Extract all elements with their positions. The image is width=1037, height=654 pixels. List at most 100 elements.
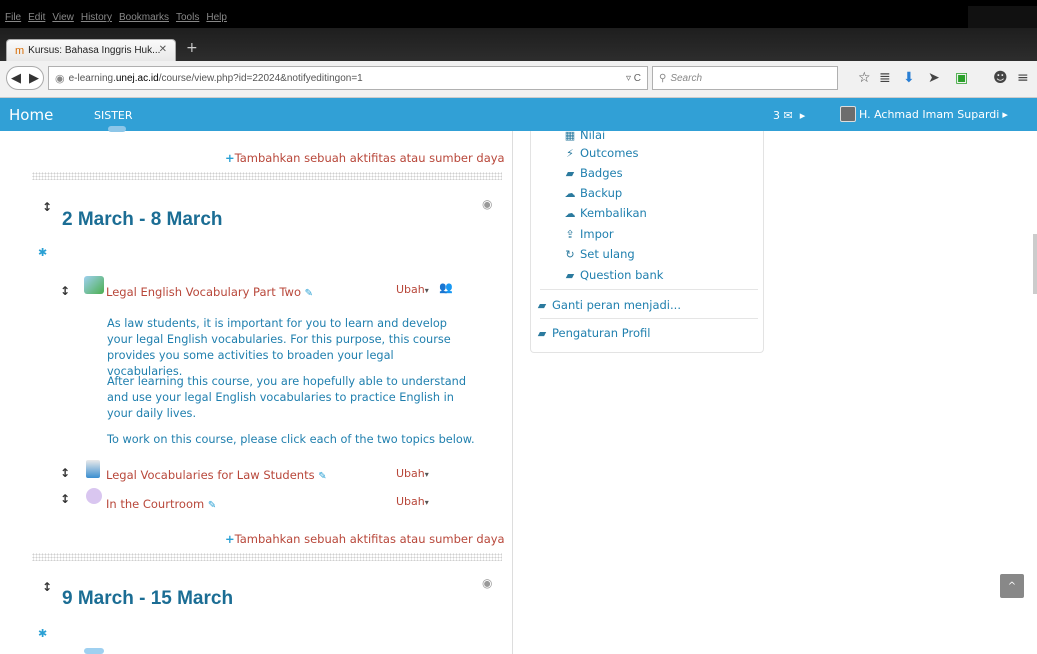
activity-link[interactable]: Legal Vocabularies for Law Students ✎: [106, 468, 327, 482]
activity-link[interactable]: In the Courtroom ✎: [106, 497, 216, 511]
search-placeholder: Search: [670, 72, 703, 84]
admin-item-label: Kembalikan: [580, 206, 647, 220]
url-path: /course/view.php?id=22024&notifyeditingo…: [158, 72, 363, 84]
move-activity-icon[interactable]: ↕: [60, 466, 70, 480]
plus-icon: +: [225, 532, 235, 546]
avatar: [840, 106, 856, 122]
send-icon[interactable]: ➤: [928, 70, 940, 86]
pencil-icon[interactable]: ✎: [208, 500, 216, 511]
description-paragraph: As law students, it is important for you…: [107, 317, 451, 378]
group-mode-icon[interactable]: 👥: [439, 281, 453, 294]
admin-item-set-ulang[interactable]: ↻ Set ulang: [564, 247, 635, 261]
pencil-icon[interactable]: ✎: [318, 471, 326, 482]
hamburger-menu-icon[interactable]: ≡: [1017, 70, 1029, 86]
chat-icon[interactable]: ☻: [993, 70, 1008, 86]
menu-view[interactable]: View: [52, 12, 74, 28]
message-count: 3: [773, 109, 780, 122]
add-activity-link[interactable]: +Tambahkan sebuah aktifitas atau sumber …: [225, 532, 505, 546]
activity-name: Legal English Vocabulary Part Two: [106, 285, 301, 299]
back-to-top-button[interactable]: ^: [1000, 574, 1024, 598]
edit-label: Ubah: [396, 283, 425, 296]
url-prefix: e-learning.: [68, 72, 116, 84]
cloud-upload-icon: ☁: [564, 186, 576, 200]
pencil-icon[interactable]: ✎: [305, 288, 313, 299]
menu-file[interactable]: File: [5, 12, 21, 28]
browser-tab[interactable]: m Kursus: Bahasa Inggris Huk... ✕: [6, 39, 176, 61]
section-title[interactable]: 2 March - 8 March: [62, 209, 223, 231]
admin-item-outcomes[interactable]: ⚡ Outcomes: [564, 146, 638, 160]
admin-item-label: Set ulang: [580, 247, 635, 261]
add-activity-link[interactable]: +Tambahkan sebuah aktifitas atau sumber …: [225, 151, 505, 165]
move-activity-icon[interactable]: ↕: [60, 492, 70, 506]
search-input[interactable]: ⚲ Search: [652, 66, 838, 90]
menu-tools[interactable]: Tools: [176, 12, 199, 28]
lesson-icon: [86, 488, 102, 504]
envelope-icon: ✉: [783, 109, 793, 122]
activity-name: Legal Vocabularies for Law Students: [106, 468, 315, 482]
messages-menu[interactable]: 3 ✉ ▸: [773, 109, 805, 122]
back-icon[interactable]: ◀: [11, 71, 21, 86]
download-icon[interactable]: ⬇: [903, 70, 915, 86]
eye-icon[interactable]: ◉: [482, 576, 492, 590]
activity-icon: [108, 126, 126, 132]
menu-edit[interactable]: Edit: [28, 12, 45, 28]
edit-menu[interactable]: Ubah▾: [396, 467, 429, 480]
admin-item-nilai[interactable]: ▦ Nilai: [564, 131, 605, 142]
edit-menu[interactable]: Ubah▾: [396, 283, 429, 296]
eye-icon[interactable]: ◉: [482, 197, 492, 211]
admin-item-label: Backup: [580, 186, 623, 200]
upload-icon: ⇪: [565, 227, 575, 241]
edit-menu[interactable]: Ubah▾: [396, 495, 429, 508]
scrollbar-thumb[interactable]: [1033, 234, 1037, 294]
magic-wand-icon: ⚡: [566, 146, 574, 160]
admin-item-label: Question bank: [580, 268, 664, 282]
admin-item-label: Impor: [580, 227, 614, 241]
move-section-icon[interactable]: ↕: [42, 580, 52, 594]
gear-icon[interactable]: ✱: [38, 246, 47, 259]
user-menu[interactable]: H. Achmad Imam Supardi ▸: [840, 106, 1008, 122]
url-bar[interactable]: ◉ e-learning. unej.ac.id/course/view.php?…: [48, 66, 648, 90]
move-section-icon[interactable]: ↕: [42, 200, 52, 214]
activity-name: In the Courtroom: [106, 497, 205, 511]
moodle-favicon-icon: m: [15, 44, 25, 57]
gear-icon[interactable]: ✱: [38, 627, 47, 640]
reload-icon[interactable]: ▿ C: [626, 73, 641, 84]
section-title[interactable]: 9 March - 15 March: [62, 588, 233, 610]
forward-icon[interactable]: ▶: [29, 71, 39, 86]
back-forward-buttons[interactable]: ◀ ▶: [6, 66, 44, 90]
admin-item-question-bank[interactable]: ▰ Question bank: [564, 268, 664, 282]
admin-item-impor[interactable]: ⇪ Impor: [564, 227, 614, 241]
extension-icon[interactable]: ▣: [955, 70, 968, 86]
administration-block: [530, 131, 764, 353]
plus-icon: +: [225, 151, 235, 165]
nav-sister-link[interactable]: SISTER: [94, 109, 133, 122]
caret-down-icon: ▾: [424, 470, 429, 479]
block-divider: [540, 318, 758, 319]
menu-help[interactable]: Help: [206, 12, 227, 28]
admin-item-label: Badges: [580, 166, 623, 180]
new-tab-icon[interactable]: +: [186, 40, 198, 56]
description-paragraph: After learning this course, you are hope…: [107, 375, 466, 420]
add-activity-label: Tambahkan sebuah aktifitas atau sumber d…: [234, 151, 505, 165]
user-name: H. Achmad Imam Supardi: [859, 107, 1000, 121]
caret-down-icon: ▾: [424, 498, 429, 507]
activity-link[interactable]: Legal English Vocabulary Part Two ✎: [106, 285, 313, 299]
globe-icon: ◉: [55, 72, 65, 85]
bookmark-star-icon[interactable]: ☆: [858, 70, 871, 86]
switch-role-link[interactable]: ▰ Ganti peran menjadi...: [536, 298, 681, 312]
profile-settings-link[interactable]: ▰ Pengaturan Profil: [536, 326, 651, 340]
menu-history[interactable]: History: [81, 12, 112, 28]
reading-list-icon[interactable]: ≣: [879, 70, 891, 86]
close-tab-icon[interactable]: ✕: [159, 44, 167, 55]
admin-item-backup[interactable]: ☁ Backup: [564, 186, 623, 200]
edit-label: Ubah: [396, 467, 425, 480]
menu-bookmarks[interactable]: Bookmarks: [119, 12, 169, 28]
description-paragraph: To work on this course, please click eac…: [107, 433, 475, 446]
admin-item-kembalikan[interactable]: ☁ Kembalikan: [564, 206, 647, 220]
profile-settings-label: Pengaturan Profil: [552, 326, 651, 340]
chevron-up-icon: ^: [1007, 580, 1017, 592]
nav-home-link[interactable]: Home: [9, 106, 53, 124]
folder-icon: ▰: [565, 268, 575, 282]
admin-item-badges[interactable]: ▰ Badges: [564, 166, 623, 180]
move-activity-icon[interactable]: ↕: [60, 284, 70, 298]
